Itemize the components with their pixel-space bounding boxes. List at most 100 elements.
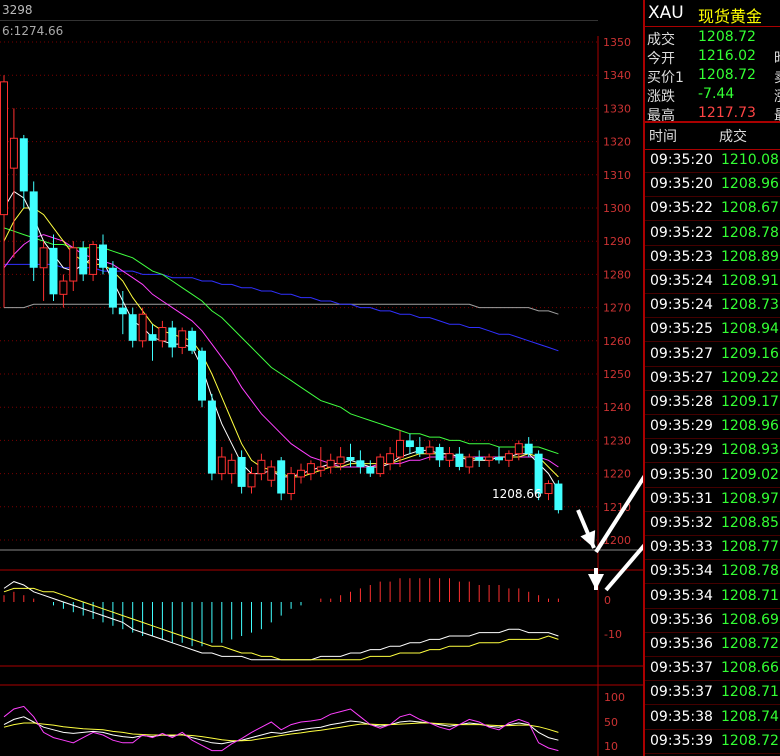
tick-row[interactable]: 09:35:33 1208.77	[645, 536, 780, 561]
tick-row[interactable]: 09:35:27 1209.16	[645, 343, 780, 367]
tick-row[interactable]: 09:35:25 1208.94	[645, 318, 780, 343]
tick-row[interactable]: 09:35:38 1208.74	[645, 706, 780, 730]
candle-body	[168, 327, 177, 348]
candle-body	[524, 443, 533, 454]
candle-body	[554, 483, 563, 511]
price-axis-label: 1330	[603, 102, 631, 115]
tick-time: 09:35:34	[650, 563, 713, 580]
kline-chart-area[interactable]: 1350 1340 1330 1320 1310 1300 1290 1280 1270 1260…	[0, 0, 643, 756]
candle-body	[257, 459, 266, 475]
tick-price: 1208.72	[721, 636, 779, 652]
candle-body	[69, 247, 78, 282]
candle-body	[445, 453, 454, 461]
moving-average-line-ma_short	[3, 190, 559, 491]
candle-body	[495, 457, 503, 461]
tick-row[interactable]: 09:35:36 1208.72	[645, 633, 780, 657]
tick-row[interactable]: 09:35:32 1208.85	[645, 512, 780, 536]
tick-row[interactable]: 09:35:37 1208.71	[645, 681, 780, 706]
tick-price: 1208.74	[721, 708, 779, 725]
candle-body	[415, 447, 424, 454]
quote-row-value: 1208.72	[698, 67, 756, 83]
candle-body	[19, 138, 28, 192]
tick-price: 1208.78	[721, 224, 779, 241]
candle-body	[366, 466, 375, 474]
quote-row: 今开1216.02昨	[645, 46, 780, 67]
tick-price: 1208.67	[721, 200, 779, 217]
price-axis-label: 1240	[603, 401, 631, 414]
tick-time: 09:35:28	[650, 394, 713, 410]
tick-header-price: 成交	[719, 129, 747, 145]
chart-header-value: 3298	[2, 3, 33, 17]
kline-chart-svg[interactable]: 1350 1340 1330 1320 1310 1300 1290 1280 1270 1260…	[0, 0, 643, 756]
tick-header-time: 时间	[649, 129, 677, 145]
tick-time: 09:35:36	[650, 636, 713, 652]
kdj-axis-label: 10	[604, 740, 618, 753]
candle-body	[198, 350, 206, 401]
last-price-annotation: 1208.66	[492, 487, 542, 501]
candle-body	[346, 457, 355, 461]
moving-average-line-ma_60	[4, 263, 559, 352]
quote-row-value: 1217.73	[698, 105, 756, 121]
price-axis-label: 1270	[603, 302, 631, 315]
tick-time: 09:35:20	[650, 176, 713, 193]
kdj-axis-label: 50	[604, 716, 618, 729]
quote-row: 涨跌-7.44涨	[645, 84, 780, 105]
tick-row[interactable]: 09:35:34 1208.78	[645, 560, 780, 585]
tick-row[interactable]: 09:35:39 1208.72	[645, 730, 780, 754]
candle-body	[108, 267, 117, 308]
macd-axis-label: 0	[604, 594, 611, 607]
tick-row[interactable]: 09:35:36 1208.69	[645, 609, 780, 633]
macd-line-dif	[3, 581, 559, 661]
tick-time: 09:35:30	[650, 466, 713, 483]
candle-body	[227, 459, 236, 475]
tick-price: 1209.16	[721, 345, 779, 362]
tick-row[interactable]: 09:35:34 1208.71	[645, 585, 780, 609]
quote-title-bar: XAU 现货黄金	[645, 0, 780, 27]
tick-price: 1208.71	[721, 587, 779, 604]
tick-price: 1208.78	[721, 563, 779, 580]
tick-row[interactable]: 09:35:29 1208.93	[645, 439, 780, 464]
symbol-code: XAU	[648, 3, 684, 23]
quote-row-value: 1216.02	[698, 48, 756, 64]
tick-time: 09:35:22	[650, 200, 713, 217]
tick-row[interactable]: 09:35:22 1208.78	[645, 222, 780, 246]
tick-price: 1208.91	[721, 273, 779, 289]
tick-row[interactable]: 09:35:24 1208.73	[645, 294, 780, 319]
tick-time: 09:35:24	[650, 273, 713, 289]
tick-time: 09:35:33	[650, 539, 713, 556]
tick-row[interactable]: 09:35:37 1208.66	[645, 657, 780, 682]
tick-row[interactable]: 09:35:23 1208.89	[645, 246, 780, 270]
tick-row[interactable]: 09:35:29 1208.96	[645, 415, 780, 440]
tick-row[interactable]: 09:35:27 1209.22	[645, 367, 780, 391]
tick-row[interactable]: 09:35:20 1208.96	[645, 173, 780, 198]
tick-time: 09:35:37	[650, 660, 713, 677]
tick-row[interactable]: 09:35:22 1208.67	[645, 197, 780, 222]
tick-price: 1209.02	[721, 466, 779, 483]
candle-body	[158, 327, 167, 342]
tick-time: 09:35:31	[650, 490, 713, 507]
price-axis-label: 1250	[603, 368, 631, 381]
tick-price: 1208.96	[721, 176, 779, 193]
candle-body	[118, 307, 127, 315]
tick-time: 09:35:29	[650, 442, 713, 459]
tick-price: 1209.22	[721, 369, 779, 386]
candle-body	[277, 460, 286, 494]
candle-body	[475, 457, 484, 461]
tick-row[interactable]: 09:35:28 1209.17	[645, 391, 780, 415]
candle-body	[267, 466, 276, 481]
candle-body	[29, 191, 38, 268]
tick-price: 1208.89	[721, 248, 779, 265]
candle-body	[128, 314, 137, 341]
tick-row[interactable]: 09:35:30 1209.02	[645, 464, 780, 488]
tick-time: 09:35:32	[650, 515, 713, 531]
candle-body	[9, 137, 18, 169]
tick-row[interactable]: 09:35:31 1208.97	[645, 488, 780, 512]
tick-time: 09:35:38	[650, 708, 713, 725]
tick-price: 1208.96	[721, 418, 779, 435]
tick-list-header: 时间 成交	[645, 121, 780, 150]
tick-row[interactable]: 09:35:24 1208.91	[645, 270, 780, 294]
candle-body	[425, 446, 434, 455]
tick-row[interactable]: 09:35:20 1210.08	[645, 149, 780, 173]
quote-row-value: 1208.72	[698, 29, 756, 45]
candle-body	[79, 247, 88, 275]
